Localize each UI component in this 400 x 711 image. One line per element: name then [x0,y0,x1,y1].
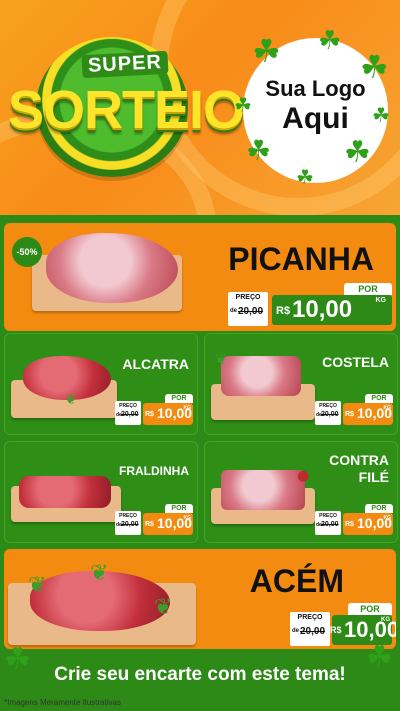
product-card-alcatra[interactable]: ❦ ALCATRA POR PREÇO de 20,00 R$ 10,00 KG [4,333,198,435]
herb-icon: ❦ [215,352,227,368]
products-panel: -50% PICANHA POR PREÇO de 20,00 R$ 10,00… [0,215,400,711]
old-price-panel: PREÇO de 20,00 [115,511,141,535]
currency: R$ [276,305,291,317]
price-tag: POR PREÇO de 20,00 R$ 10,00 KG [115,394,193,426]
preco-label: PREÇO [119,403,137,409]
cta-text: Crie seu encarte com este tema! [54,664,346,685]
por-label: POR [365,504,393,513]
price-box: PREÇO de 20,00 R$ 10,00 KG [315,401,393,425]
preco-label: PREÇO [319,403,337,409]
product-card-acem[interactable]: ❦ ❦ ❦ ACÉM POR PREÇO de 20,00 R$ 10,00 K… [4,549,396,649]
old-price: 20,00 [321,411,339,418]
unit-kg: KG [383,515,392,521]
clover-icon: ☘ [318,26,342,56]
old-price-panel: PREÇO de 20,00 [228,292,268,326]
product-name: ALCATRA [122,356,189,372]
contra-file-image [221,470,305,510]
herb-icon: ❦ [90,561,109,586]
product-card-costela[interactable]: ❦ COSTELA POR PREÇO de 20,00 R$ 10,00 KG [204,333,398,435]
price-tag: POR PREÇO de 20,00 R$ 10,00 KG [290,603,396,646]
sorteio-label: SORTEIO [8,80,245,140]
old-price: 20,00 [321,521,339,528]
price-box: PREÇO de 20,00 R$ 10,00 KG [115,511,193,535]
price-tag: POR PREÇO de 20,00 R$ 10,00 KG [115,504,193,536]
product-name: COSTELA [322,354,389,370]
product-card-picanha[interactable]: -50% PICANHA POR PREÇO de 20,00 R$ 10,00… [4,223,396,331]
herb-icon: ❦ [65,392,77,408]
price-value: 10,00 [292,296,353,323]
currency: R$ [345,521,354,528]
herb-icon: ❦ [154,595,173,620]
unit-kg: KG [381,617,390,623]
old-price: 20,00 [121,521,139,528]
super-label: SUPER [81,50,169,79]
price-box: PREÇO de 20,00 R$ 10,00 KG [315,511,393,535]
clover-icon: ☘ [296,165,314,189]
por-label: POR [344,283,392,295]
price-tag: POR PREÇO de 20,00 R$ 10,00 KG [315,394,393,426]
product-name-line2: FILÉ [358,469,389,485]
price-tag: POR PREÇO de 20,00 R$ 10,00 KG [228,283,392,326]
old-price-panel: PREÇO de 20,00 [115,401,141,425]
old-price-panel: PREÇO de 20,00 [315,401,341,425]
old-price: 20,00 [121,411,139,418]
clover-icon: ☘ [246,134,272,167]
product-name: CONTRA FILÉ [329,452,389,486]
discount-badge: -50% [12,237,42,267]
old-price-panel: PREÇO de 20,00 [315,511,341,535]
product-card-contra-file[interactable]: ● CONTRA FILÉ POR PREÇO de 20,00 R$ 10,0… [204,441,398,543]
product-name: PICANHA [228,241,374,277]
de-label: de [230,308,238,314]
preco-label: PREÇO [319,513,337,519]
product-name: FRALDINHA [119,464,189,478]
product-card-fraldinha[interactable]: FRALDINHA POR PREÇO de 20,00 R$ 10,00 KG [4,441,198,543]
fraldinha-image [19,476,111,508]
clover-icon: ☘ [372,103,390,127]
unit-kg: KG [183,405,192,411]
unit-kg: KG [383,405,392,411]
costela-image [221,356,301,396]
old-price: 20,00 [300,626,326,637]
por-label: POR [348,603,392,615]
preco-label: PREÇO [297,614,323,621]
de-label: de [292,628,300,634]
currency: R$ [145,521,154,528]
clover-icon: ☘ [360,48,389,86]
unit-kg: KG [375,297,387,304]
footer-banner[interactable]: ☘ ☘ Crie seu encarte com este tema! [0,643,400,695]
price-tag: POR PREÇO de 20,00 R$ 10,00 KG [315,504,393,536]
currency: R$ [145,411,154,418]
clover-icon: ☘ [344,135,371,170]
tomato-icon: ● [297,468,310,484]
hero-banner: SUPER SORTEIO Sua Logo Aqui ☘ ☘ ☘ ☘ ☘ ☘ … [0,0,400,215]
currency: R$ [330,625,342,635]
herb-icon: ❦ [28,573,47,598]
clover-icon: ☘ [252,32,281,70]
price-box: PREÇO de 20,00 R$ 10,00 KG [115,401,193,425]
unit-kg: KG [183,515,192,521]
clover-icon: ☘ [234,93,252,117]
preco-label: PREÇO [235,294,261,301]
picanha-image [46,233,178,303]
price-box: PREÇO de 20,00 R$ 10,00 KG [228,292,392,326]
disclaimer-text: *Imagens Meramente Ilustrativas [4,698,121,707]
por-label: POR [165,504,193,513]
preco-label: PREÇO [119,513,137,519]
product-name-line1: CONTRA [329,452,389,468]
por-label: POR [165,394,193,403]
product-name: ACÉM [249,563,344,599]
super-sorteio-logo: SUPER SORTEIO [8,35,245,177]
por-label: POR [365,394,393,403]
old-price: 20,00 [238,306,264,317]
old-price-panel: PREÇO de 20,00 [290,612,330,646]
logo-text-line2: Aqui [282,102,349,135]
currency: R$ [345,411,354,418]
